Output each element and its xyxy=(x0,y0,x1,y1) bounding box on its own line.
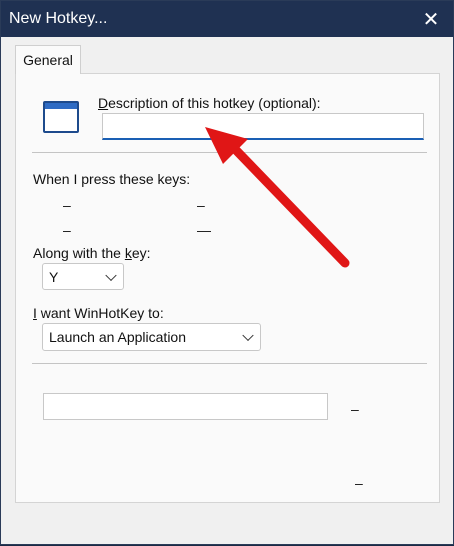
title-bar[interactable]: New Hotkey... ✕ xyxy=(1,1,453,37)
application-path-input[interactable] xyxy=(43,393,328,420)
description-label-text: escription of this hotkey (optional): xyxy=(108,95,321,111)
application-window-icon xyxy=(43,101,79,133)
browse-option[interactable]: – xyxy=(351,401,359,417)
description-label-mnemonic: D xyxy=(98,95,109,111)
separator-top xyxy=(32,152,427,153)
tab-general[interactable]: General xyxy=(15,45,81,74)
separator-bottom xyxy=(32,363,427,364)
new-hotkey-window: New Hotkey... ✕ General Description of t… xyxy=(0,0,454,545)
description-label: Description of this hotkey (optional): xyxy=(98,95,321,111)
key-select-value: Y xyxy=(49,268,59,285)
action-label-suffix: want WinHotKey to: xyxy=(36,305,164,321)
key-label-suffix: ey: xyxy=(131,245,151,261)
key-modifier-option-3[interactable]: – xyxy=(63,222,71,238)
window-title: New Hotkey... xyxy=(9,10,108,27)
tab-general-label: General xyxy=(23,52,73,68)
key-label-mnemonic: k xyxy=(124,245,132,261)
key-modifier-option-1[interactable]: – xyxy=(63,197,71,213)
chevron-down-icon xyxy=(242,329,254,342)
action-label: I want WinHotKey to: xyxy=(33,305,164,321)
key-modifier-option-2[interactable]: – xyxy=(197,197,205,213)
description-input[interactable] xyxy=(102,113,424,140)
action-select[interactable]: Launch an Application xyxy=(42,323,261,351)
action-select-value: Launch an Application xyxy=(49,329,186,345)
close-button[interactable]: ✕ xyxy=(419,7,443,31)
chevron-down-icon xyxy=(105,269,117,281)
bottom-option[interactable]: – xyxy=(355,475,363,491)
key-select[interactable]: Y xyxy=(42,263,124,290)
key-label: Along with the key: xyxy=(33,245,151,261)
key-modifier-option-4[interactable]: — xyxy=(197,222,211,238)
keys-section-label: When I press these keys: xyxy=(33,171,191,187)
close-icon: ✕ xyxy=(422,8,440,31)
key-label-prefix: Along with the xyxy=(33,245,125,261)
